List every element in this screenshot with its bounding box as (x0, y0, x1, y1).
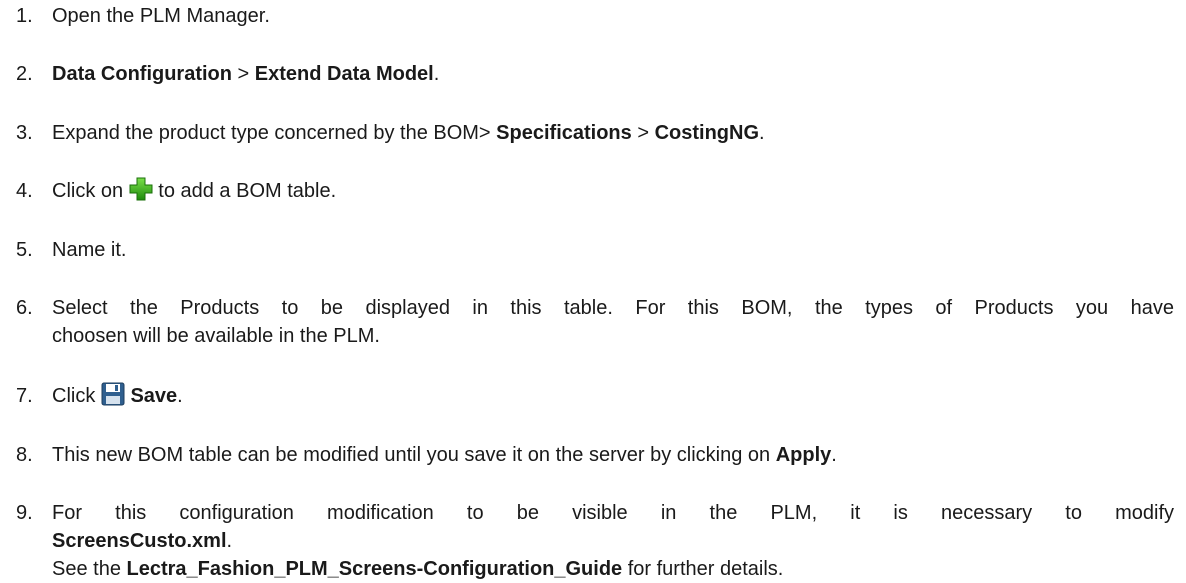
step-number: 1. (16, 5, 33, 27)
step-number: 2. (16, 63, 33, 85)
step-number: 6. (16, 297, 33, 319)
step-text: Data Configuration > Extend Data Model. (52, 63, 440, 85)
save-label: Save (130, 385, 178, 407)
apply-label: Apply (775, 444, 832, 466)
step-number: 3. (16, 122, 33, 144)
step-number: 7. (16, 385, 33, 407)
node-costingng: CostingNG (654, 122, 760, 144)
step-text: Name it. (52, 239, 127, 261)
step-number: 9. (16, 502, 33, 524)
add-plus-icon (129, 177, 153, 209)
step-text: Expand the product type concerned by the… (52, 122, 765, 144)
menu-extend-data-model: Extend Data Model (254, 63, 434, 85)
step-number: 5. (16, 239, 33, 261)
step-text: Select the Products to be displayed in t… (52, 297, 1174, 347)
step-text: Click on to add a BOM table. (52, 177, 1174, 209)
save-floppy-icon (101, 382, 125, 414)
file-screenscusto: ScreensCusto.xml (52, 530, 227, 552)
step-text: This new BOM table can be modified until… (52, 444, 837, 466)
step-text: Open the PLM Manager. (52, 5, 270, 27)
step-number: 4. (16, 180, 33, 202)
step-text: For this configuration modification to b… (52, 502, 1174, 580)
instruction-document: 1. Open the PLM Manager. 2. Data Configu… (0, 0, 1186, 583)
step-text: Click Save. (52, 382, 1174, 414)
node-specifications: Specifications (496, 122, 632, 144)
guide-reference: Lectra_Fashion_PLM_Screens-Configuration… (126, 558, 623, 580)
menu-data-configuration: Data Configuration (52, 63, 232, 85)
step-number: 8. (16, 444, 33, 466)
